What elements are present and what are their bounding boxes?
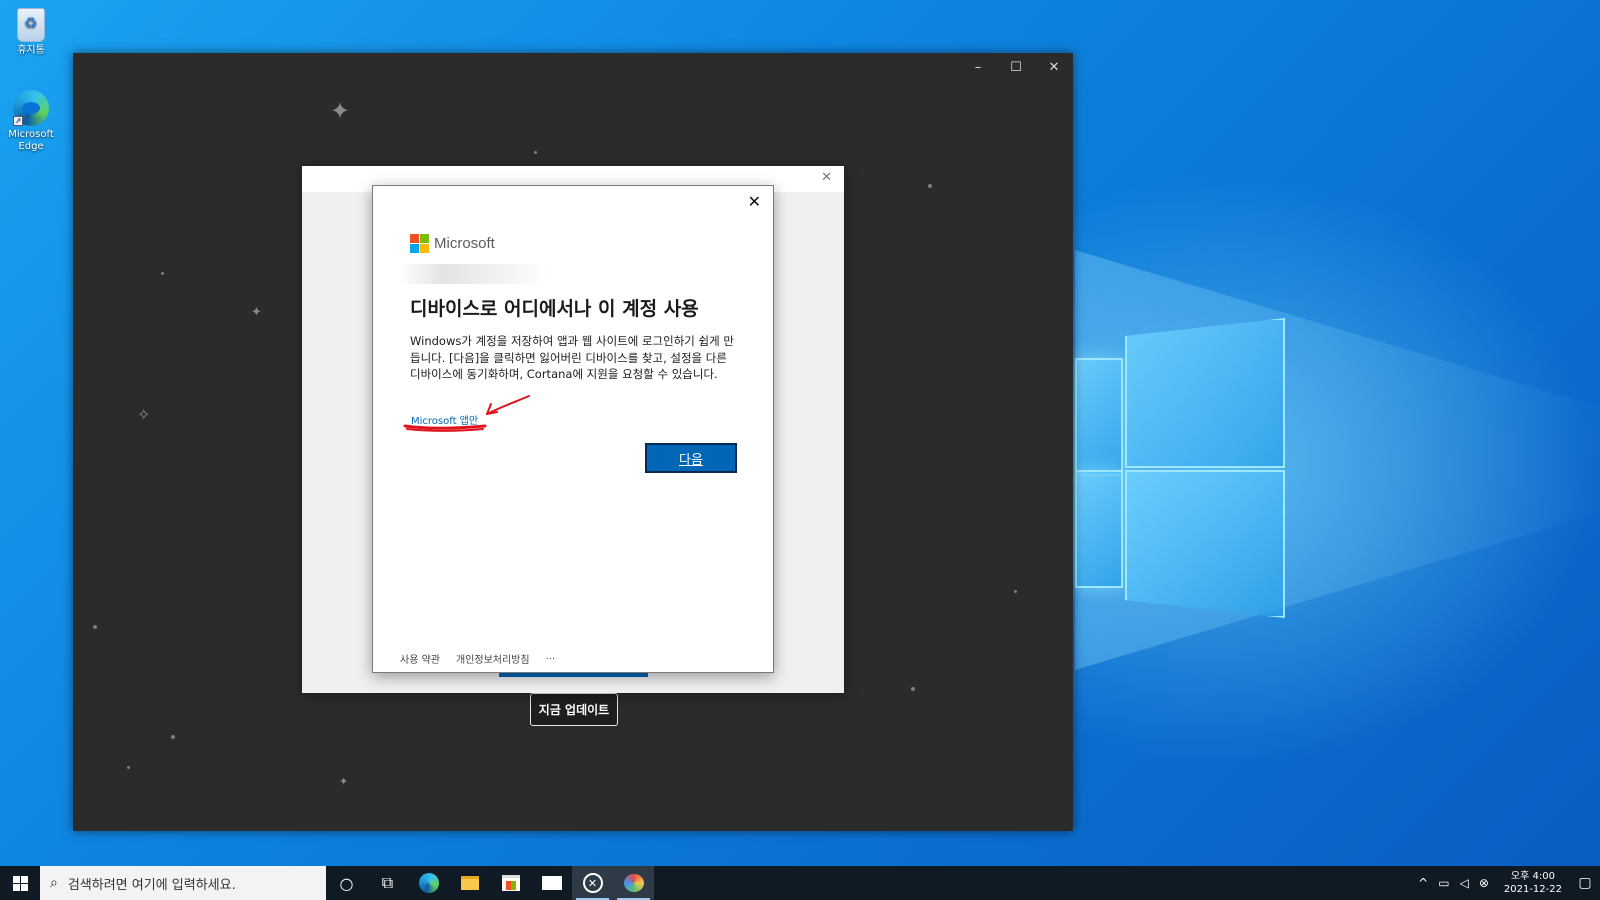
clock-time: 오후 4:00 [1510, 871, 1555, 882]
more-options-button[interactable]: ... [546, 651, 556, 666]
action-center-button[interactable]: ▢ [1570, 866, 1600, 900]
sparkle-icon: ✦ [330, 97, 351, 125]
clock[interactable]: 오후 4:00 2021-12-22 [1504, 870, 1562, 896]
paint-palette-icon [623, 874, 644, 892]
dialog-close-button[interactable]: ✕ [748, 192, 761, 211]
desktop-icon-label: Microsoft Edge [8, 129, 54, 152]
update-now-button[interactable]: 지금 업데이트 [530, 693, 618, 726]
window-controls: – ☐ ✕ [959, 53, 1073, 81]
task-view-button[interactable]: ⧉ [367, 866, 408, 900]
taskbar-microsoft-store[interactable] [490, 866, 531, 900]
search-placeholder: 검색하려면 여기에 입력하세요. [67, 877, 236, 893]
show-hidden-icons-chevron-icon[interactable]: ^ [1418, 876, 1428, 890]
minimize-button[interactable]: – [959, 53, 997, 81]
microsoft-squares-icon [410, 234, 429, 253]
clock-date: 2021-12-22 [1503, 884, 1562, 895]
sparkle-icon: ✦ [251, 305, 262, 320]
taskbar-edge[interactable] [408, 866, 449, 900]
recycle-bin-icon [17, 8, 45, 42]
start-button[interactable] [0, 866, 40, 900]
windows-logo-wallpaper [1075, 318, 1285, 618]
star-dot [93, 625, 97, 629]
sparkle-icon: ✦ [339, 775, 349, 788]
store-icon [501, 875, 520, 891]
microsoft-apps-only-link[interactable]: Microsoft 앱만 [411, 412, 478, 427]
taskbar-file-explorer[interactable] [449, 866, 490, 900]
xbox-status-icon[interactable]: ⊗ [1479, 876, 1489, 890]
star-dot [127, 766, 130, 769]
taskbar-search-box[interactable]: ⌕ 검색하려면 여기에 입력하세요. [40, 866, 326, 900]
host-frame-close-button[interactable]: ✕ [821, 170, 832, 185]
mail-icon [541, 876, 562, 890]
folder-icon [460, 876, 479, 890]
logo-pane-bottom-left [1075, 470, 1123, 588]
volume-muted-icon[interactable]: ◁ [1460, 876, 1469, 890]
logo-pane-bottom-right [1125, 470, 1285, 618]
shortcut-arrow-icon: ↗ [13, 116, 23, 126]
taskbar-mail[interactable] [531, 866, 572, 900]
privacy-statement-link[interactable]: 개인정보처리방침 [456, 651, 530, 666]
star-dot [171, 735, 175, 739]
window-close-button[interactable]: ✕ [1035, 53, 1073, 81]
system-tray: ^ ▭ ◁ ⊗ 오후 4:00 2021-12-22 ▢ [1413, 866, 1600, 900]
progress-strip [499, 673, 648, 677]
edge-icon [418, 873, 439, 893]
cortana-circle-icon: ○ [339, 873, 354, 893]
star-dot [1014, 590, 1017, 593]
loading-shimmer [398, 264, 548, 284]
desktop-icon-recycle-bin[interactable]: 휴지통 [0, 8, 62, 57]
windows-start-icon [12, 875, 28, 891]
task-view-icon: ⧉ [381, 873, 394, 892]
logo-pane-top-left [1075, 358, 1123, 476]
network-icon[interactable]: ▭ [1438, 876, 1449, 890]
dialog-body-text: Windows가 계정을 저장하여 앱과 웹 사이트에 로그인하기 쉽게 만듭니… [410, 334, 734, 381]
xbox-icon: ✕ [582, 873, 603, 893]
account-dialog: ✕ Microsoft 디바이스로 어디에서나 이 계정 사용 Windows가… [372, 185, 774, 673]
microsoft-wordmark: Microsoft [434, 235, 495, 252]
dialog-title: 디바이스로 어디에서나 이 계정 사용 [410, 298, 699, 320]
microsoft-logo: Microsoft [410, 234, 495, 253]
notification-icon: ▢ [1578, 875, 1592, 891]
taskbar: ⌕ 검색하려면 여기에 입력하세요. ○ ⧉ ✕ ^ ▭ ◁ ⊗ 오후 4:00… [0, 866, 1600, 900]
desktop-icon-microsoft-edge[interactable]: ↗ Microsoft Edge [0, 90, 62, 153]
taskbar-xbox[interactable]: ✕ [572, 866, 613, 900]
edge-icon: ↗ [13, 90, 49, 126]
star-dot [928, 184, 932, 188]
logo-pane-top-right [1125, 318, 1285, 468]
dialog-footer: 사용 약관 개인정보처리방침 ... [400, 651, 555, 666]
terms-of-use-link[interactable]: 사용 약관 [400, 651, 440, 666]
next-button[interactable]: 다음 [645, 443, 737, 473]
cortana-button[interactable]: ○ [326, 866, 367, 900]
taskbar-paint[interactable] [613, 866, 654, 900]
maximize-button[interactable]: ☐ [997, 53, 1035, 81]
desktop-icon-label: 휴지통 [17, 45, 45, 56]
star-dot [161, 272, 164, 275]
star-dot [534, 151, 537, 154]
star-dot [911, 687, 915, 691]
search-icon: ⌕ [50, 875, 58, 891]
sparkle-outline-icon: ✧ [137, 405, 151, 424]
